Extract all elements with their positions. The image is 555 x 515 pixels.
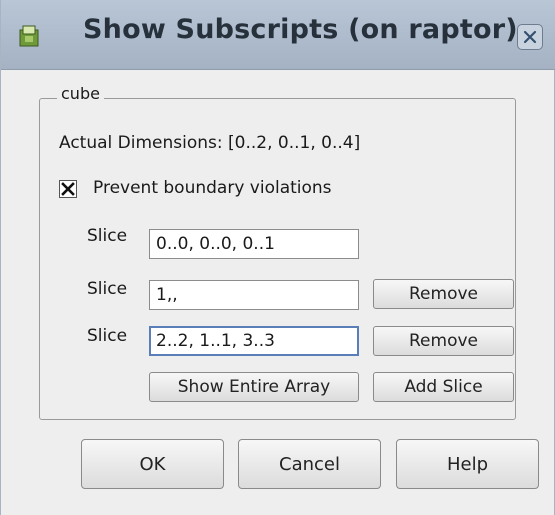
group-legend: cube [57, 84, 104, 103]
slice-label-2: Slice [87, 279, 128, 299]
slice-field-2[interactable]: 1,, [149, 280, 359, 310]
app-icon [17, 24, 41, 48]
help-button[interactable]: Help [396, 439, 539, 489]
slice-field-3[interactable]: 2..2, 1..1, 3..3 [149, 326, 359, 356]
actual-dimensions-label: Actual Dimensions: [0..2, 0..1, 0..4] [59, 133, 361, 153]
add-slice-button[interactable]: Add Slice [373, 372, 514, 402]
slice-label-3: Slice [87, 326, 128, 346]
slice-field-1[interactable]: 0..0, 0..0, 0..1 [149, 229, 359, 259]
title-bar[interactable]: Show Subscripts (on raptor) [1, 0, 555, 70]
window-title: Show Subscripts (on raptor) [83, 14, 518, 45]
cancel-button[interactable]: Cancel [238, 439, 381, 489]
dialog-window: Show Subscripts (on raptor) cube Actual … [0, 0, 555, 515]
prevent-violations-checkbox[interactable] [59, 180, 77, 198]
show-entire-array-button[interactable]: Show Entire Array [149, 372, 359, 402]
ok-button[interactable]: OK [81, 439, 224, 489]
remove-slice-3-button[interactable]: Remove [373, 326, 514, 356]
close-button[interactable] [517, 24, 543, 50]
prevent-violations-label[interactable]: Prevent boundary violations [93, 178, 332, 198]
remove-slice-2-button[interactable]: Remove [373, 279, 514, 309]
close-icon [523, 30, 537, 44]
slice-label-1: Slice [87, 226, 128, 246]
check-x-icon [61, 182, 75, 196]
